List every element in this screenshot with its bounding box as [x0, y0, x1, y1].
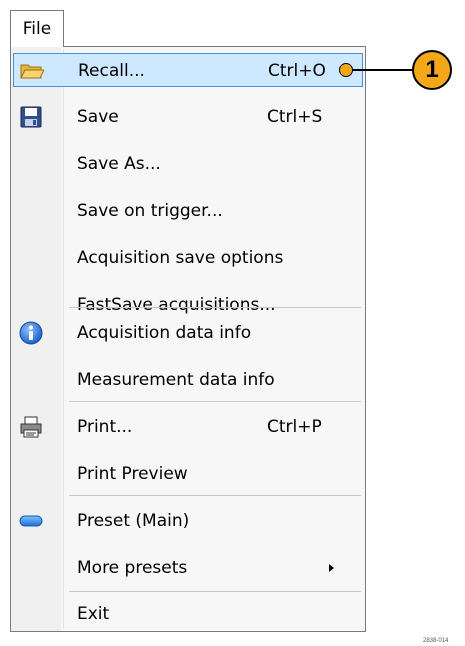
menu-item-preset-main[interactable]: Preset (Main) — [13, 504, 363, 538]
menu-item-label: Print... — [77, 417, 133, 437]
file-menu: Recall... Ctrl+O Save Ctrl+S Save As... … — [10, 46, 366, 632]
menu-item-shortcut: Ctrl+P — [267, 417, 322, 437]
folder-open-icon — [20, 59, 45, 83]
floppy-disk-icon — [19, 105, 43, 129]
menu-item-measurement-data-info[interactable]: Measurement data info — [13, 363, 363, 397]
menu-item-acquisition-data-info[interactable]: Acquisition data info — [13, 316, 363, 350]
menu-item-label: Acquisition save options — [77, 248, 284, 268]
menu-item-shortcut: Ctrl+S — [267, 107, 323, 127]
menu-item-label: Save — [77, 107, 119, 127]
callout-leader-line — [345, 69, 415, 71]
printer-icon — [19, 415, 43, 439]
info-icon — [19, 321, 43, 345]
file-menu-title[interactable]: File — [10, 10, 64, 47]
menu-item-label: Measurement data info — [77, 370, 275, 390]
menu-item-label: Preset (Main) — [77, 511, 190, 531]
callout-anchor-dot — [339, 63, 353, 77]
menu-item-acquisition-save-options[interactable]: Acquisition save options — [13, 241, 363, 275]
menu-separator — [69, 495, 361, 496]
menu-item-recall[interactable]: Recall... Ctrl+O — [13, 53, 363, 87]
menu-separator — [69, 591, 361, 592]
menu-item-save-on-trigger[interactable]: Save on trigger... — [13, 194, 363, 228]
menu-item-label: Recall... — [78, 61, 145, 81]
menu-item-save-as[interactable]: Save As... — [13, 147, 363, 181]
menu-separator — [69, 307, 361, 308]
menu-separator — [69, 401, 361, 402]
menu-item-label: Acquisition data info — [77, 323, 252, 343]
menu-item-label: Exit — [77, 604, 110, 624]
menu-item-label: Print Preview — [77, 464, 188, 484]
callout-badge: 1 — [412, 50, 452, 90]
menu-item-shortcut: Ctrl+O — [268, 61, 326, 81]
preset-icon — [19, 509, 43, 533]
menu-item-print[interactable]: Print... Ctrl+P — [13, 410, 363, 444]
menu-item-label: Save on trigger... — [77, 201, 223, 221]
menu-item-exit[interactable]: Exit — [13, 597, 363, 631]
submenu-arrow-icon — [329, 564, 334, 572]
figure-code: 2838-014 — [423, 638, 449, 644]
menu-item-label: Save As... — [77, 154, 161, 174]
menu-item-more-presets[interactable]: More presets — [13, 551, 363, 585]
menu-item-label: More presets — [77, 558, 188, 578]
menu-item-print-preview[interactable]: Print Preview — [13, 457, 363, 491]
menu-item-save[interactable]: Save Ctrl+S — [13, 100, 363, 134]
